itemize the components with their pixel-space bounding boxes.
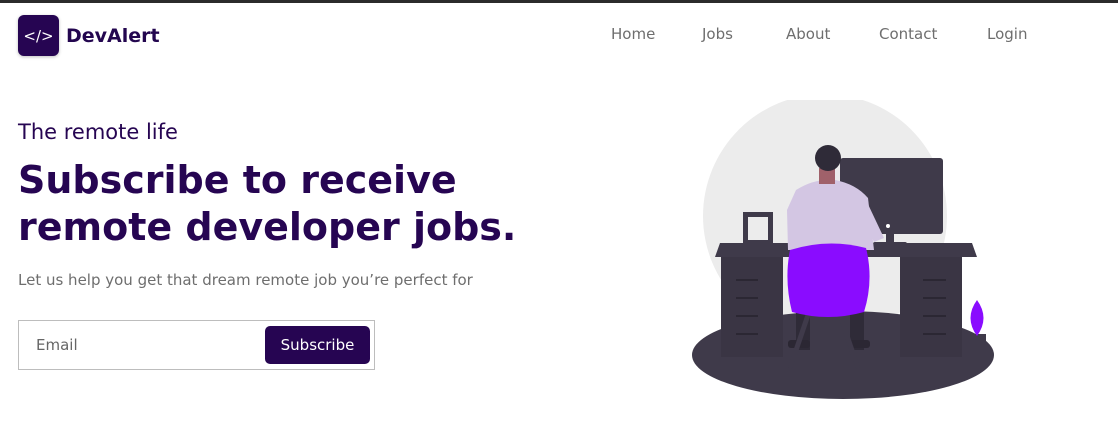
chair-back: [787, 243, 870, 317]
brand-logo[interactable]: </> DevAlert: [18, 15, 160, 56]
monitor-led: [886, 224, 890, 228]
hero-headline: Subscribe to receive remote developer jo…: [18, 157, 558, 251]
subscribe-form: Subscribe: [18, 320, 375, 370]
hero-headline-line-1: Subscribe to receive: [18, 158, 457, 202]
nav-link-login[interactable]: Login: [987, 25, 1027, 43]
nav-link-about[interactable]: About: [786, 25, 830, 43]
window-top-border: [0, 0, 1118, 3]
plant-pot: [966, 334, 986, 356]
picture-frame-inner: [748, 217, 768, 240]
nav-link-jobs[interactable]: Jobs: [702, 25, 733, 43]
code-brackets-icon: </>: [18, 15, 59, 56]
nav-link-home[interactable]: Home: [611, 25, 655, 43]
nav-link-contact[interactable]: Contact: [879, 25, 937, 43]
hero-subtext: Let us help you get that dream remote jo…: [18, 271, 473, 289]
desk-drawers-left: [721, 257, 783, 357]
hero-eyebrow: The remote life: [18, 120, 178, 144]
subscribe-button[interactable]: Subscribe: [265, 326, 370, 364]
remote-developer-at-desk-illustration: [692, 100, 994, 399]
email-input[interactable]: [20, 322, 260, 368]
person-head: [815, 145, 841, 171]
brand-name: DevAlert: [66, 24, 160, 47]
desk-drawers-right: [900, 257, 962, 357]
plant-leaf-icon: [970, 300, 984, 336]
hero-headline-line-2: remote developer jobs.: [18, 205, 517, 249]
